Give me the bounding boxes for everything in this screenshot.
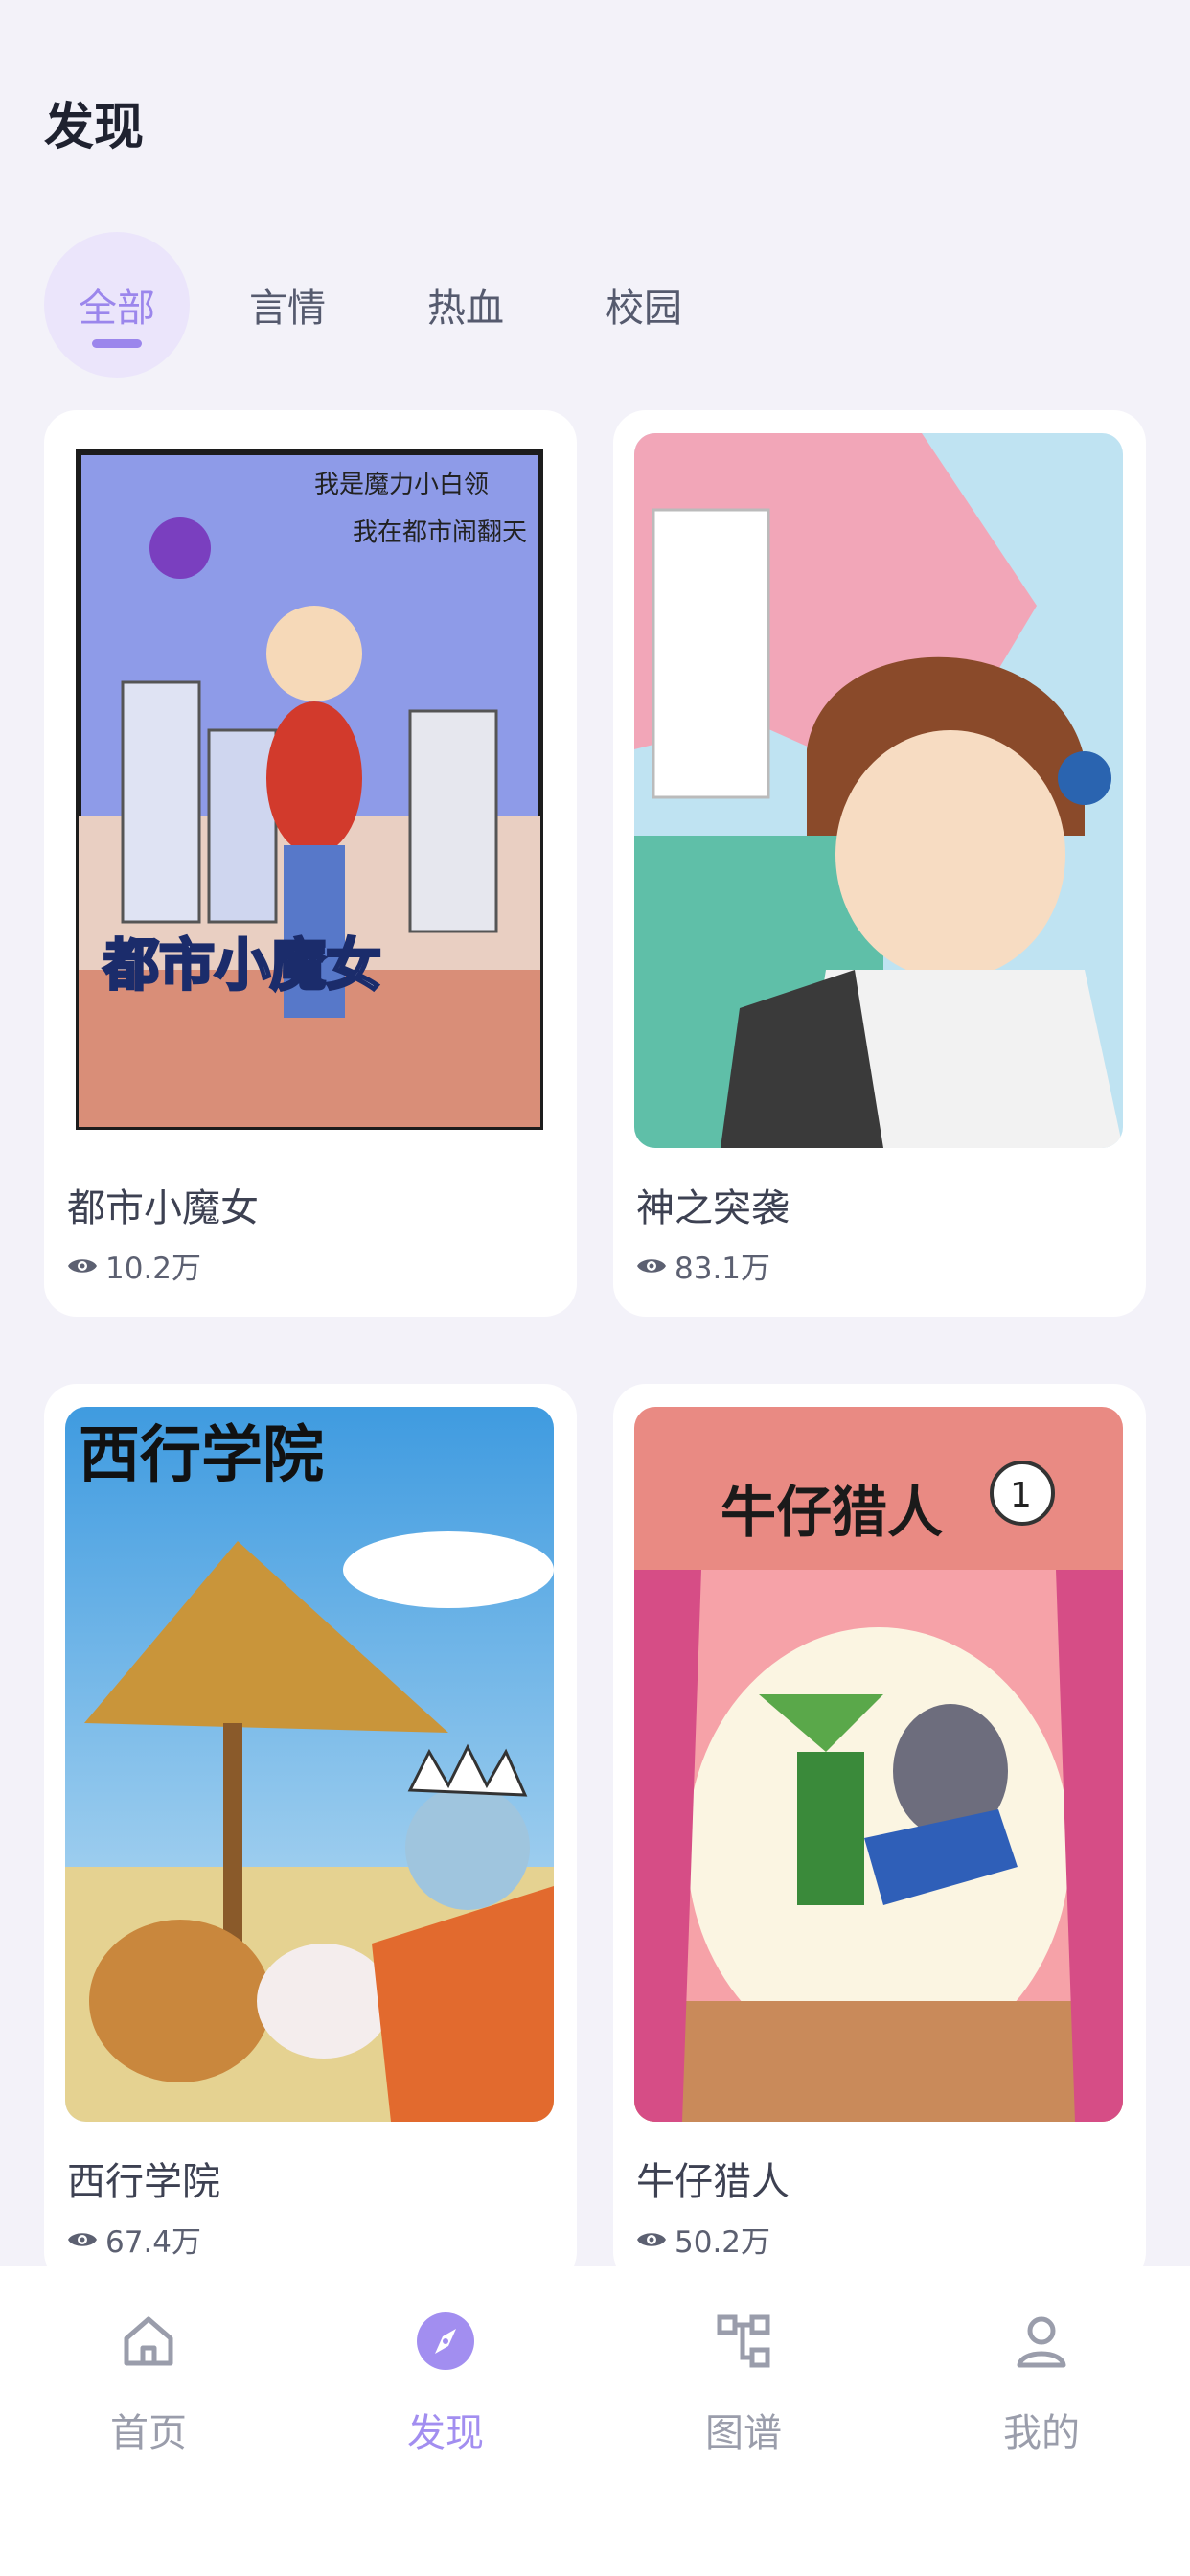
tab-active-underline <box>92 339 142 348</box>
cover-title-text: 牛仔猎人 <box>721 1480 943 1545</box>
tab-action[interactable]: 热血 <box>408 232 523 378</box>
cover-volume-text: 1 <box>1010 1476 1032 1515</box>
comic-cover: 1 牛仔猎人 <box>634 1407 1123 2122</box>
tab-label: 校园 <box>606 287 682 331</box>
compass-icon <box>417 2312 474 2370</box>
comic-cover: 西行学院 <box>65 1407 554 2122</box>
comic-card[interactable]: 我是魔力小白领 我在都市闹翻天 都市小魔女 都市小魔女 10.2万 <box>44 410 577 1317</box>
nav-discover[interactable]: 发现 <box>331 2304 561 2496</box>
view-count-value: 50.2万 <box>675 2225 771 2260</box>
nav-home[interactable]: 首页 <box>34 2304 263 2496</box>
nav-label: 图谱 <box>705 2411 782 2455</box>
page-title: 发现 <box>44 99 145 156</box>
view-count-value: 83.1万 <box>675 1252 771 1286</box>
eye-icon <box>68 2232 97 2246</box>
tab-campus[interactable]: 校园 <box>586 232 701 378</box>
comic-card[interactable]: 西行学院 西行学院 67.4万 <box>44 1384 577 2285</box>
nav-profile[interactable]: 我的 <box>927 2304 1156 2496</box>
bottom-nav: 首页 发现 图谱 我的 <box>0 2266 1190 2576</box>
eye-icon <box>637 2232 666 2246</box>
view-count: 67.4万 <box>67 2218 201 2261</box>
comic-title: 都市小魔女 <box>67 1186 259 1230</box>
view-count-value: 10.2万 <box>105 1252 202 1286</box>
comic-title: 神之突袭 <box>636 1186 790 1230</box>
view-count: 83.1万 <box>636 1244 770 1287</box>
comic-card[interactable]: 神之突袭 83.1万 <box>613 410 1146 1317</box>
category-tabs: 全部 言情 热血 校园 <box>44 232 1146 378</box>
nav-graph[interactable]: 图谱 <box>629 2304 858 2496</box>
tab-label: 热血 <box>427 287 504 331</box>
user-icon <box>1017 2316 1066 2368</box>
nav-label: 首页 <box>110 2411 187 2455</box>
tab-label: 全部 <box>79 287 155 331</box>
comic-title: 西行学院 <box>67 2160 220 2204</box>
eye-icon <box>637 1258 666 1273</box>
cover-title-text: 西行学院 <box>79 1420 324 1491</box>
cover-title-text: 都市小魔女 <box>103 932 381 998</box>
eye-icon <box>68 1258 97 1273</box>
comic-card[interactable]: 1 牛仔猎人 牛仔猎人 50.2万 <box>613 1384 1146 2285</box>
graph-icon <box>717 2314 770 2368</box>
tab-romance[interactable]: 言情 <box>230 232 345 378</box>
home-icon <box>124 2316 173 2366</box>
cover-text: 我是魔力小白领 <box>314 471 489 499</box>
comic-title: 牛仔猎人 <box>636 2160 790 2204</box>
tab-all[interactable]: 全部 <box>44 232 190 378</box>
comic-cover <box>634 433 1123 1148</box>
view-count-value: 67.4万 <box>105 2225 202 2260</box>
cover-text: 我在都市闹翻天 <box>353 518 527 547</box>
comic-cover: 我是魔力小白领 我在都市闹翻天 都市小魔女 <box>65 433 554 1148</box>
nav-label: 我的 <box>1003 2411 1080 2455</box>
discover-page: 发现 全部 言情 热血 校园 我是魔力小白领 我在都市闹翻天 都市小魔女 都市小… <box>0 0 1190 2576</box>
tab-label: 言情 <box>249 287 326 331</box>
nav-label: 发现 <box>407 2411 484 2455</box>
view-count: 10.2万 <box>67 1244 201 1287</box>
view-count: 50.2万 <box>636 2218 770 2261</box>
